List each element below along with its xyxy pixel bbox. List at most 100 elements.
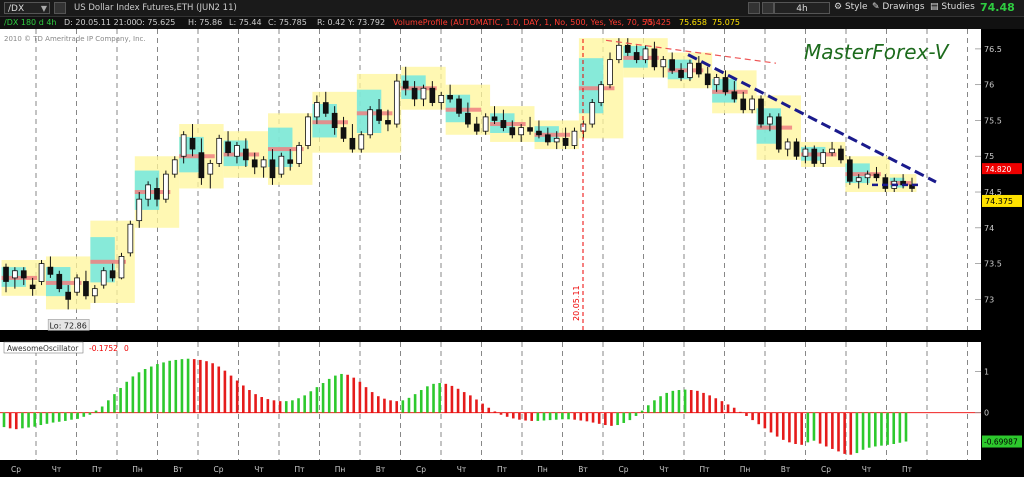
candle-body bbox=[349, 137, 356, 150]
osc-bar bbox=[763, 412, 767, 429]
osc-bar bbox=[131, 376, 135, 413]
candle-body bbox=[225, 141, 231, 154]
osc-bar bbox=[806, 412, 810, 443]
osc-bar bbox=[8, 412, 12, 429]
x-tick-label: Пт bbox=[699, 465, 710, 474]
drawings-menu[interactable]: ✎ Drawings bbox=[872, 2, 925, 12]
osc-bar bbox=[64, 412, 67, 421]
osc-bar bbox=[702, 392, 705, 413]
osc-bar bbox=[229, 375, 233, 413]
chart-window: /DX ▼ US Dollar Index Futures,ETH (JUN2 … bbox=[0, 0, 1024, 477]
osc-bar bbox=[499, 412, 503, 415]
osc-bar bbox=[2, 412, 6, 428]
candle-body bbox=[100, 270, 107, 286]
candle-body bbox=[189, 137, 196, 150]
studies-menu[interactable]: ▤ Studies bbox=[930, 2, 975, 12]
osc-bar bbox=[315, 387, 319, 413]
x-tick-label: Чт bbox=[862, 465, 872, 474]
osc-bar bbox=[199, 359, 202, 413]
osc-bar bbox=[855, 412, 859, 454]
link-icon[interactable] bbox=[748, 2, 760, 14]
drawings-label: Drawings bbox=[882, 2, 925, 12]
chevron-down-icon: ▼ bbox=[40, 4, 47, 13]
candle-body bbox=[56, 273, 63, 290]
style-menu[interactable]: ⚙ Style bbox=[834, 2, 868, 12]
osc-bar bbox=[781, 412, 785, 440]
osc-bar bbox=[242, 385, 245, 413]
osc-bar bbox=[76, 412, 79, 419]
volume-profile-poc bbox=[445, 107, 482, 112]
osc-bar bbox=[57, 412, 61, 422]
osc-bar bbox=[542, 412, 546, 421]
x-tick-label: Пт bbox=[902, 465, 913, 474]
osc-bar bbox=[505, 412, 509, 417]
osc-bar bbox=[886, 412, 889, 445]
candle-body bbox=[775, 116, 782, 150]
candle-body bbox=[811, 148, 818, 164]
osc-bar bbox=[880, 412, 883, 446]
osc-bar bbox=[303, 395, 306, 413]
osc-bar bbox=[321, 383, 325, 413]
osc-bar bbox=[297, 398, 300, 413]
osc-bar bbox=[21, 412, 24, 429]
candle-body bbox=[624, 44, 631, 53]
info-open: O: 75.625 bbox=[136, 18, 176, 27]
osc-bar bbox=[456, 388, 460, 413]
osc-bar bbox=[205, 361, 208, 413]
osc-bar bbox=[597, 412, 601, 424]
symbol-selector[interactable]: /DX ▼ bbox=[4, 2, 50, 14]
candle-body bbox=[314, 102, 320, 118]
osc-bar bbox=[653, 400, 656, 413]
osc-bar bbox=[33, 412, 36, 427]
osc-bar bbox=[469, 395, 472, 413]
osc-bar bbox=[82, 412, 86, 417]
osc-bar bbox=[156, 364, 159, 413]
timeframe-label: 4h bbox=[796, 4, 808, 14]
timeframe-selector[interactable]: 4h bbox=[774, 2, 830, 14]
y-tick-label: 74.5 bbox=[984, 188, 1002, 197]
osc-bar bbox=[511, 412, 515, 419]
candle-body bbox=[669, 59, 676, 71]
osc-bar bbox=[757, 412, 761, 425]
candle-body bbox=[234, 145, 240, 157]
candle-body bbox=[331, 112, 338, 129]
candle-body bbox=[562, 137, 569, 146]
candle-body bbox=[802, 148, 809, 157]
price-axis-bg bbox=[981, 29, 1024, 330]
candle-body bbox=[29, 284, 36, 290]
x-tick-label: Вт bbox=[376, 465, 386, 474]
osc-bar bbox=[689, 390, 693, 413]
osc-bar bbox=[407, 397, 411, 413]
osc-bar bbox=[223, 370, 227, 413]
osc-bar bbox=[481, 403, 484, 413]
candle-body bbox=[527, 127, 533, 132]
info-range: R: 0.42 bbox=[317, 18, 346, 27]
osc-flag: 0 bbox=[124, 344, 129, 353]
osc-header: AwesomeOscillator -0.1752 0 bbox=[3, 341, 129, 354]
info-high: H: 75.86 bbox=[188, 18, 223, 27]
candle-body bbox=[251, 159, 258, 168]
osc-bar bbox=[867, 412, 871, 448]
info-low: L: 75.44 bbox=[229, 18, 262, 27]
candle-body bbox=[20, 270, 27, 279]
candle-body bbox=[491, 116, 498, 121]
candle-body bbox=[411, 87, 418, 100]
x-tick-label: Пн bbox=[537, 465, 548, 474]
osc-bar bbox=[266, 399, 270, 413]
osc-bar bbox=[340, 373, 343, 413]
x-tick-label: Вт bbox=[578, 465, 588, 474]
osc-bar bbox=[800, 412, 803, 445]
osc-bar bbox=[51, 412, 55, 423]
osc-bar bbox=[732, 407, 736, 413]
flag-icon[interactable] bbox=[762, 2, 774, 14]
osc-bar bbox=[413, 394, 417, 413]
candle-body bbox=[171, 159, 178, 175]
osc-current-label: -0.69987 bbox=[984, 438, 1018, 447]
osc-bar bbox=[180, 359, 184, 413]
candle-body bbox=[38, 263, 45, 282]
osc-bar bbox=[616, 412, 619, 426]
vp-value-1: 75.425 bbox=[643, 18, 671, 27]
flag-icon[interactable] bbox=[54, 2, 66, 14]
x-tick-label: Ср bbox=[619, 465, 629, 474]
osc-bar bbox=[327, 378, 331, 413]
